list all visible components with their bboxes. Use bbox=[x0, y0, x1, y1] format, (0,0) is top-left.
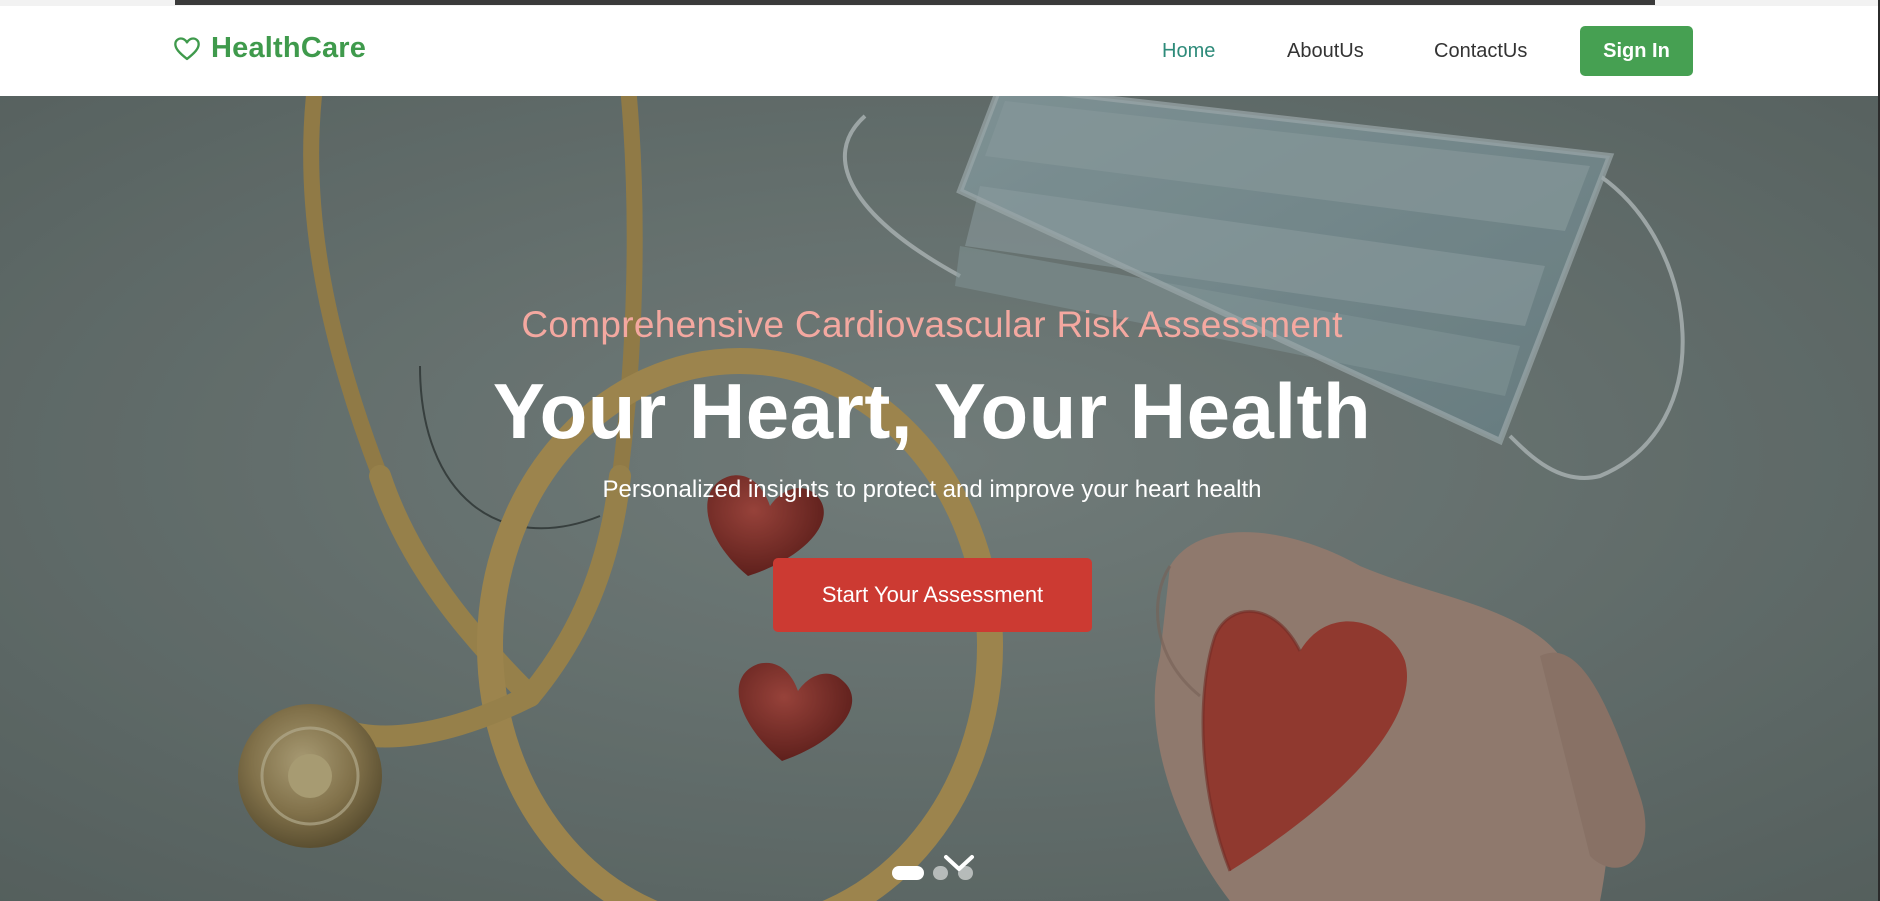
page: HealthCare Home AboutUs ContactUs Sign I… bbox=[0, 0, 1880, 901]
nav-link-about-us[interactable]: AboutUs bbox=[1287, 40, 1364, 63]
navbar: HealthCare Home AboutUs ContactUs Sign I… bbox=[0, 6, 1878, 96]
nav-link-contact-us[interactable]: ContactUs bbox=[1434, 40, 1527, 63]
hero-tagline: Comprehensive Cardiovascular Risk Assess… bbox=[521, 304, 1343, 345]
start-assessment-button[interactable]: Start Your Assessment bbox=[773, 558, 1092, 632]
chevron-down-icon[interactable] bbox=[942, 852, 976, 876]
hero-carousel: Comprehensive Cardiovascular Risk Assess… bbox=[0, 96, 1878, 901]
hero-title: Your Heart, Your Health bbox=[492, 367, 1372, 455]
top-bar bbox=[175, 0, 1655, 5]
carousel-indicator-1[interactable] bbox=[892, 866, 924, 880]
sign-in-button[interactable]: Sign In bbox=[1580, 26, 1693, 76]
hero-content: Comprehensive Cardiovascular Risk Assess… bbox=[0, 96, 1878, 901]
nav-link-home[interactable]: Home bbox=[1162, 40, 1215, 63]
hero-subtitle: Personalized insights to protect and imp… bbox=[602, 476, 1262, 503]
